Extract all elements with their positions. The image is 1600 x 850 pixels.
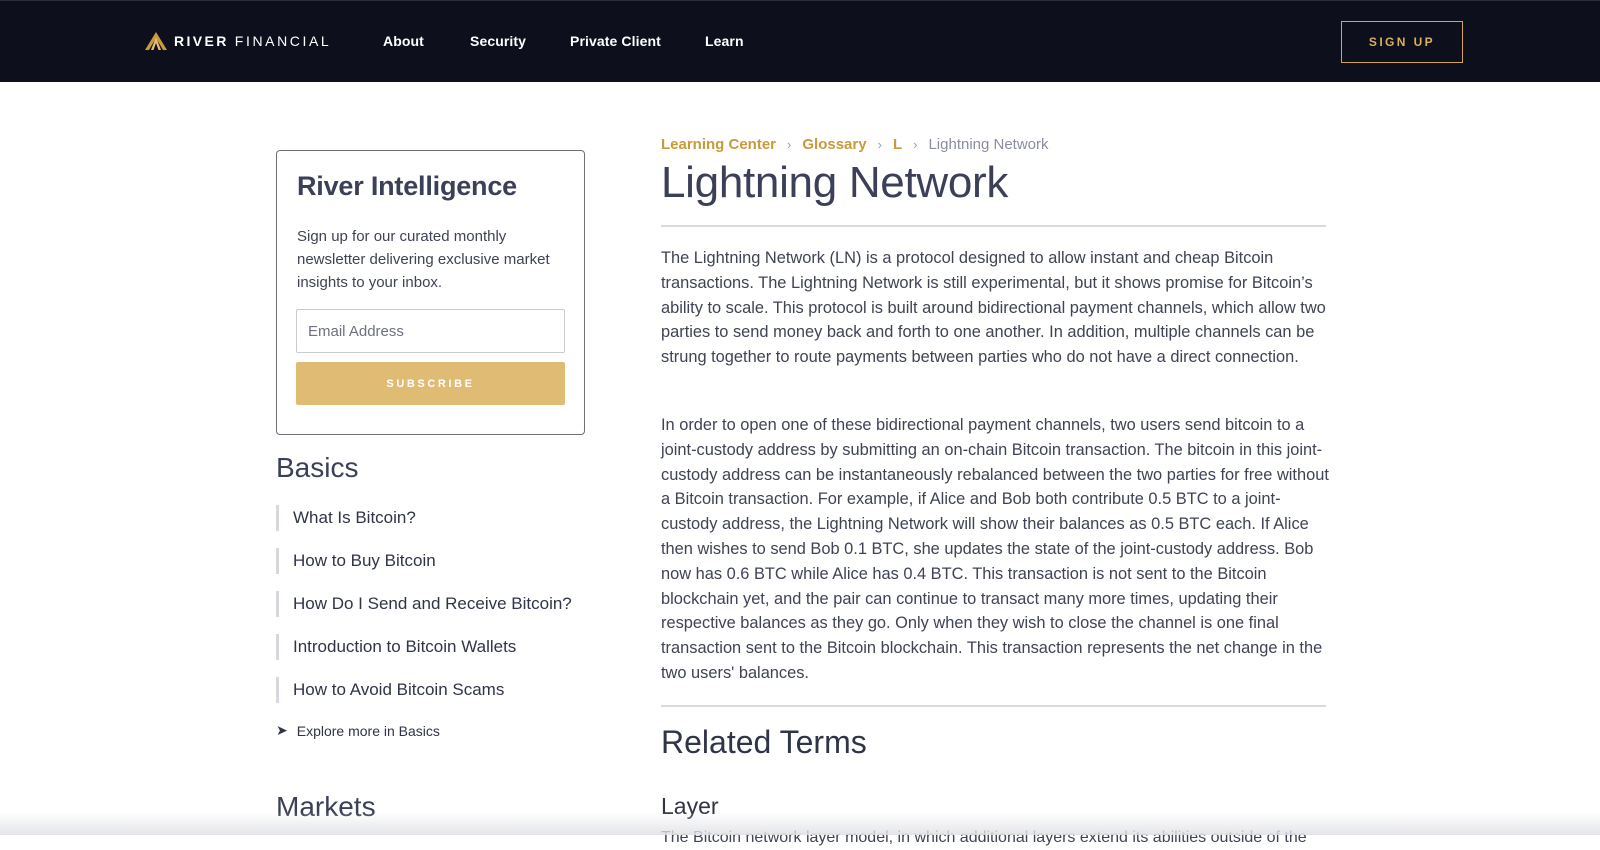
content-divider: [661, 705, 1326, 707]
nav-link-learn[interactable]: Learn: [705, 33, 744, 49]
basics-item-what-is-bitcoin[interactable]: What Is Bitcoin?: [276, 505, 596, 531]
basics-item-bitcoin-wallets[interactable]: Introduction to Bitcoin Wallets: [276, 634, 596, 660]
article-paragraph: In order to open one of these bidirectio…: [661, 416, 1329, 682]
explore-more-basics-link[interactable]: ➤ Explore more in Basics: [276, 722, 440, 739]
page-title: Lightning Network: [661, 158, 1009, 207]
nav-link-private-client[interactable]: Private Client: [570, 33, 661, 49]
breadcrumb-current: Lightning Network: [928, 136, 1049, 153]
breadcrumb-learning-center[interactable]: Learning Center: [661, 136, 776, 153]
newsletter-card: River Intelligence Sign up for our curat…: [276, 150, 585, 435]
explore-more-label: Explore more in Basics: [296, 722, 440, 739]
basics-heading: Basics: [276, 452, 359, 483]
breadcrumb-separator: ›: [877, 137, 882, 152]
river-logo-icon: [145, 32, 167, 50]
email-address-input[interactable]: [296, 309, 565, 353]
nav-link-about[interactable]: About: [383, 33, 424, 49]
nav-link-security[interactable]: Security: [470, 33, 526, 49]
breadcrumb-letter-l[interactable]: L: [893, 136, 902, 153]
title-divider: [661, 225, 1326, 227]
subscribe-button[interactable]: SUBSCRIBE: [296, 362, 565, 405]
brand-name-light: FINANCIAL: [234, 33, 332, 49]
basics-item-send-receive-bitcoin[interactable]: How Do I Send and Receive Bitcoin?: [276, 591, 596, 617]
newsletter-title: River Intelligence: [297, 171, 517, 201]
article-paragraph: The Lightning Network (LN) is a protocol…: [661, 249, 1326, 367]
breadcrumb-glossary[interactable]: Glossary: [802, 136, 866, 153]
top-navigation-bar: RIVER FINANCIAL About Security Private C…: [0, 0, 1600, 82]
basics-item-how-to-buy-bitcoin[interactable]: How to Buy Bitcoin: [276, 548, 596, 574]
bottom-shadow: [0, 812, 1600, 835]
brand-name-strong: RIVER: [174, 33, 229, 49]
basics-item-avoid-scams[interactable]: How to Avoid Bitcoin Scams: [276, 677, 596, 703]
newsletter-description: Sign up for our curated monthly newslett…: [297, 228, 550, 291]
breadcrumb: Learning Center › Glossary › L › Lightni…: [661, 136, 1049, 153]
breadcrumb-separator: ›: [913, 137, 918, 152]
arrow-right-icon: ➤: [276, 722, 288, 738]
related-terms-heading: Related Terms: [661, 724, 867, 760]
breadcrumb-separator: ›: [787, 137, 792, 152]
river-financial-logo[interactable]: RIVER FINANCIAL: [145, 32, 331, 50]
sign-up-button[interactable]: SIGN UP: [1341, 21, 1463, 63]
